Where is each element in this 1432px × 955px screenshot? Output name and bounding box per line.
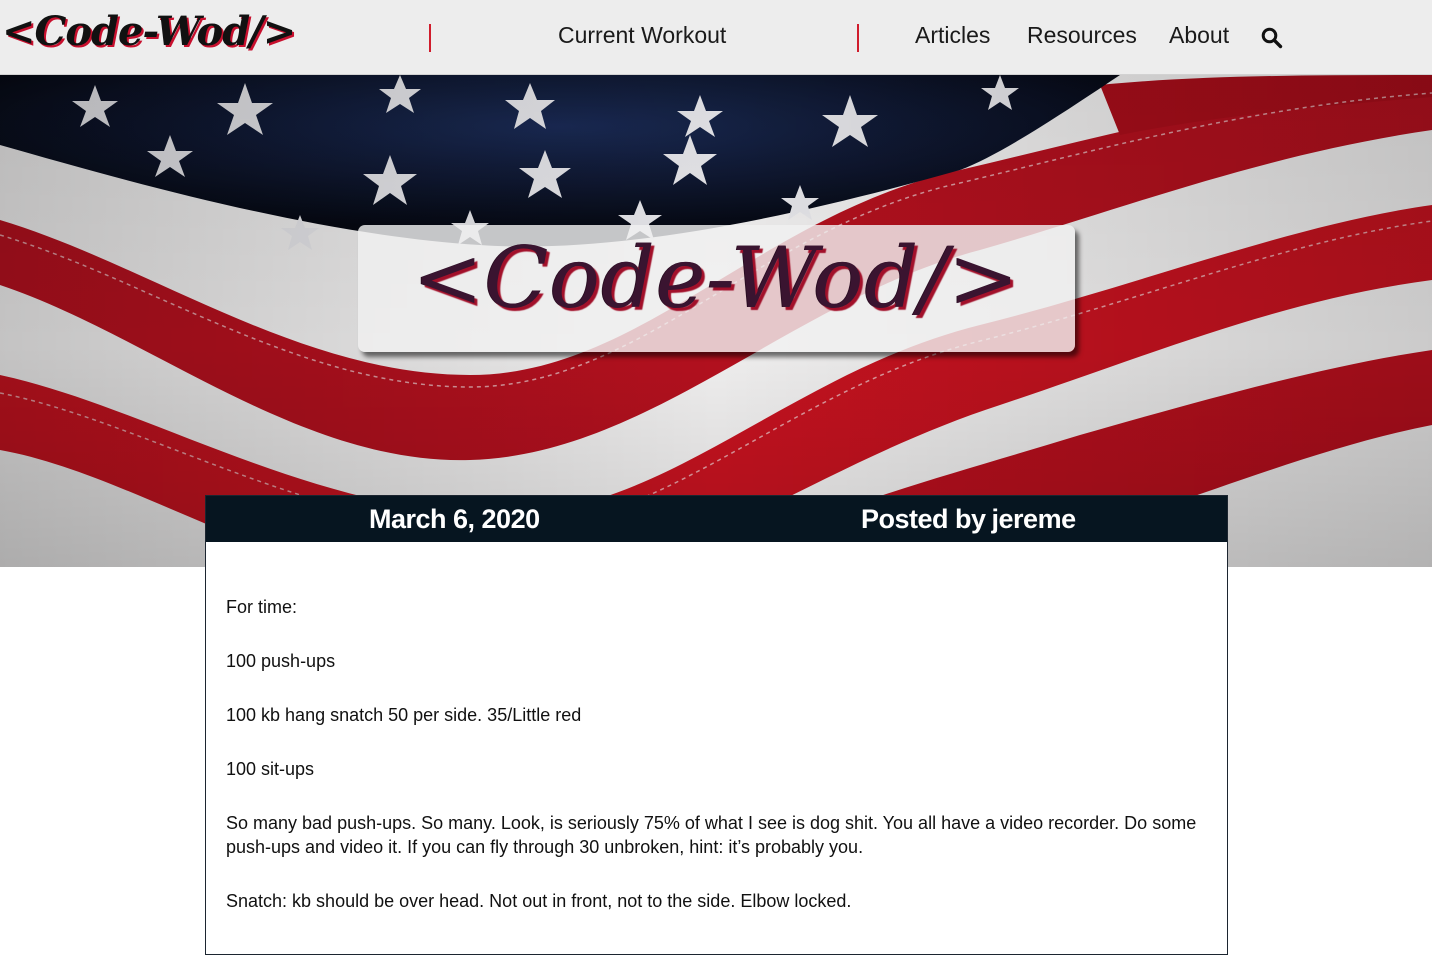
- hero-title: <Code-Wod/>: [412, 229, 1021, 327]
- hero-logo-card: <Code-Wod/>: [358, 225, 1075, 352]
- top-navbar: <Code-Wod/> Current Workout Articles Res…: [0, 0, 1432, 75]
- post-header: March 6, 2020 Posted by jereme: [206, 496, 1227, 542]
- author-name[interactable]: jereme: [992, 504, 1077, 534]
- hero-banner: <Code-Wod/>: [0, 75, 1432, 567]
- post-paragraph: 100 sit-ups: [226, 759, 315, 779]
- post-paragraph: Snatch: kb should be over head. Not out …: [226, 891, 852, 911]
- search-button[interactable]: [1260, 26, 1284, 50]
- nav-link-articles[interactable]: Articles: [915, 22, 990, 49]
- post-author-line: Posted by jereme: [861, 504, 1076, 535]
- posted-by-label: Posted by: [861, 504, 986, 534]
- post-date: March 6, 2020: [369, 504, 540, 534]
- nav-link-resources[interactable]: Resources: [1027, 22, 1137, 49]
- nav-link-current-workout[interactable]: Current Workout: [558, 22, 726, 49]
- post-body: For time: 100 push-ups 100 kb hang snatc…: [206, 542, 1227, 913]
- brand-logo[interactable]: <Code-Wod/>: [2, 8, 296, 55]
- post-paragraph: 100 push-ups: [226, 651, 336, 671]
- post-paragraph: So many bad push-ups. So many. Look, is …: [226, 813, 1197, 857]
- post-paragraph: 100 kb hang snatch 50 per side. 35/Littl…: [226, 705, 582, 725]
- nav-link-about[interactable]: About: [1169, 22, 1229, 49]
- post-paragraph: For time:: [226, 597, 298, 617]
- search-icon: [1261, 27, 1283, 49]
- nav-separator: [429, 24, 431, 52]
- post-card: March 6, 2020 Posted by jereme For time: …: [205, 495, 1228, 955]
- nav-separator: [857, 24, 859, 52]
